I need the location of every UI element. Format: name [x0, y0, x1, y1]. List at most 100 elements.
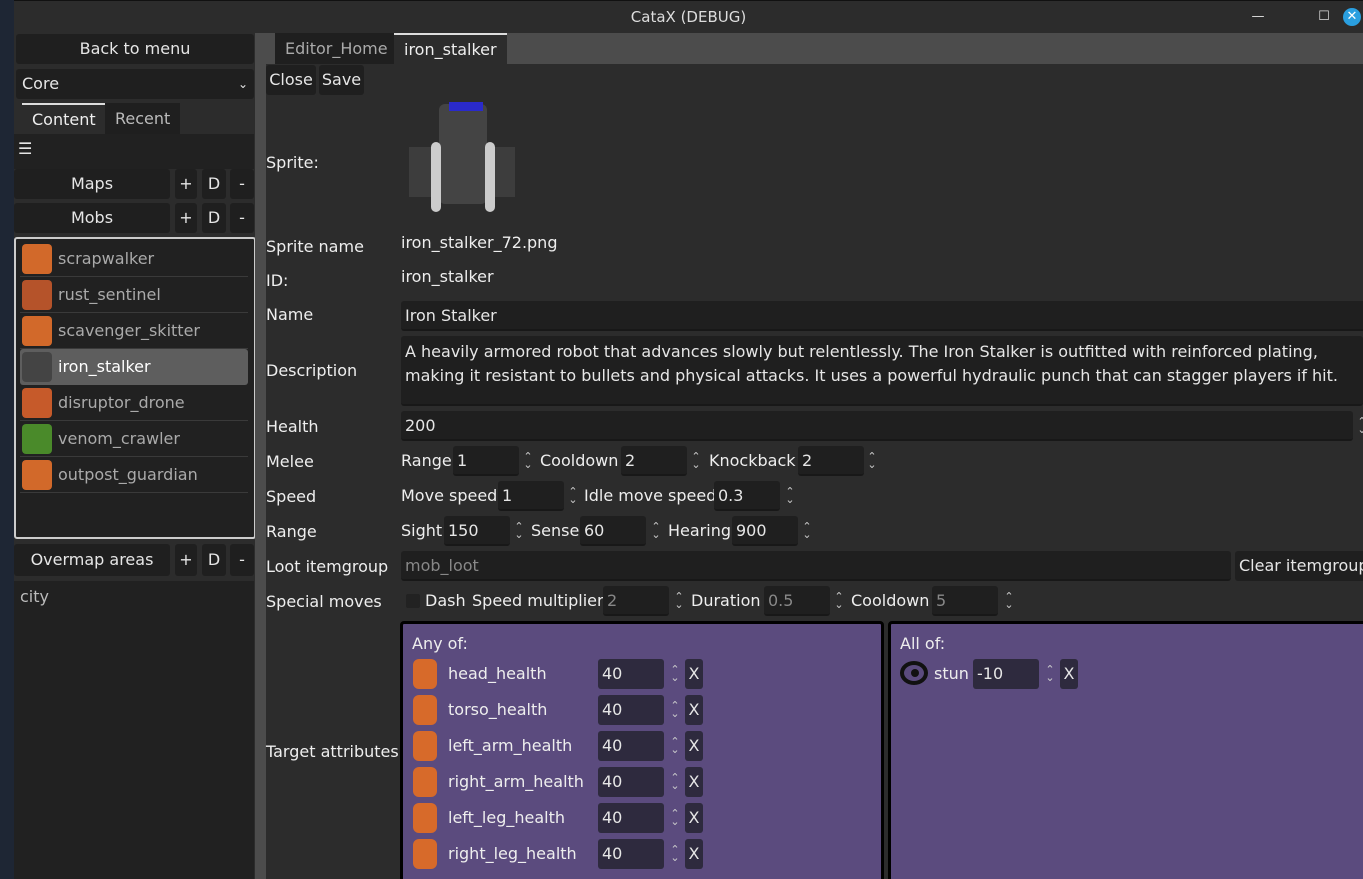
mob-name: venom_crawler [58, 429, 180, 448]
attribute-value-input[interactable]: 40 [598, 695, 664, 725]
add-map-button[interactable]: + [175, 169, 197, 199]
duration-input[interactable]: 0.5 [764, 586, 830, 616]
attribute-value-input[interactable]: 40 [598, 767, 664, 797]
remove-attribute-button[interactable]: X [1060, 659, 1078, 689]
remove-attribute-button[interactable]: X [685, 767, 703, 797]
section-maps[interactable]: Maps [14, 169, 170, 199]
idle-move-speed-spinner[interactable]: ⌃ ⌄ [783, 486, 797, 505]
special-cooldown-input[interactable]: 5 [932, 586, 998, 616]
delete-map-button[interactable]: - [230, 169, 254, 199]
menu-icon[interactable]: ☰ [18, 139, 32, 158]
tab-iron-stalker[interactable]: iron_stalker [394, 33, 507, 64]
dash-label: Dash [425, 591, 466, 610]
melee-cooldown-input[interactable]: 2 [621, 446, 687, 476]
tab-editor-home[interactable]: Editor_Home [275, 33, 398, 64]
attribute-value-spinner[interactable]: ⌃ ⌄ [668, 700, 682, 719]
mob-list-item[interactable]: rust_sentinel [20, 277, 248, 313]
close-button[interactable]: Close [266, 65, 316, 95]
melee-knockback-spinner[interactable]: ⌃ ⌄ [865, 451, 879, 470]
list-item[interactable]: city [20, 587, 49, 606]
any-of-panel: Any of: head_health 40 ⌃ ⌄ Xtorso_health 40 ⌃ ⌄… [400, 621, 884, 879]
attribute-value-input[interactable]: 40 [598, 731, 664, 761]
duration-label: Duration [691, 591, 761, 610]
delete-overmap-area-button[interactable]: - [230, 544, 254, 576]
health-label: Health [266, 417, 319, 436]
add-overmap-area-button[interactable]: + [175, 544, 197, 576]
attribute-value-spinner[interactable]: ⌃ ⌄ [668, 772, 682, 791]
attribute-value-spinner[interactable]: ⌃ ⌄ [668, 736, 682, 755]
health-spinner[interactable]: ⌃ ⌄ [1355, 416, 1363, 435]
move-speed-spinner[interactable]: ⌃ ⌄ [566, 486, 580, 505]
hearing-input[interactable]: 900 [732, 516, 798, 546]
attribute-value-input[interactable]: 40 [598, 659, 664, 689]
health-input[interactable]: 200 [401, 411, 1353, 441]
attribute-value-input[interactable]: 40 [598, 839, 664, 869]
attribute-value-spinner[interactable]: ⌃ ⌄ [668, 808, 682, 827]
mob-name: scrapwalker [58, 249, 155, 268]
duplicate-mob-button[interactable]: D [202, 203, 226, 233]
remove-attribute-button[interactable]: X [685, 659, 703, 689]
mob-list-item[interactable]: iron_stalker [20, 349, 248, 385]
loot-itemgroup-input[interactable]: mob_loot [401, 551, 1231, 581]
speed-multiplier-input[interactable]: 2 [603, 586, 669, 616]
attribute-name: right_arm_health [448, 772, 584, 791]
minimize-button[interactable]: — [1249, 8, 1267, 26]
melee-range-spinner[interactable]: ⌃ ⌄ [521, 451, 535, 470]
remove-attribute-button[interactable]: X [685, 803, 703, 833]
speed-multiplier-label: Speed multiplier [472, 591, 604, 610]
mob-list-item[interactable]: disruptor_drone [20, 385, 248, 421]
all-of-title: All of: [900, 634, 946, 653]
tab-content[interactable]: Content [22, 103, 106, 134]
mob-list-item[interactable]: venom_crawler [20, 421, 248, 457]
maximize-button[interactable]: ☐ [1315, 8, 1333, 26]
dash-checkbox[interactable] [406, 594, 420, 608]
section-overmap-areas[interactable]: Overmap areas [14, 544, 170, 576]
attribute-value-spinner[interactable]: ⌃ ⌄ [668, 844, 682, 863]
speed-label: Speed [266, 487, 317, 506]
mod-select[interactable]: Core ⌄ [16, 69, 254, 99]
remove-attribute-button[interactable]: X [685, 731, 703, 761]
mob-list-item[interactable]: scavenger_skitter [20, 313, 248, 349]
move-speed-label: Move speed [401, 486, 498, 505]
special-cooldown-spinner[interactable]: ⌃ ⌄ [1002, 591, 1016, 610]
duplicate-overmap-area-button[interactable]: D [202, 544, 226, 576]
mob-list-item[interactable]: scrapwalker [20, 241, 248, 277]
target-attribute-row: left_arm_health 40 ⌃ ⌄ X [403, 730, 881, 762]
sight-input[interactable]: 150 [444, 516, 510, 546]
hearing-spinner[interactable]: ⌃ ⌄ [800, 521, 814, 540]
melee-knockback-input[interactable]: 2 [798, 446, 864, 476]
add-mob-button[interactable]: + [175, 203, 197, 233]
attribute-value-spinner[interactable]: ⌃ ⌄ [1043, 664, 1057, 683]
delete-mob-button[interactable]: - [230, 203, 254, 233]
attribute-value-input[interactable]: -10 [973, 659, 1039, 689]
sense-spinner[interactable]: ⌃ ⌄ [649, 521, 663, 540]
duration-spinner[interactable]: ⌃ ⌄ [832, 591, 846, 610]
target-attribute-row: head_health 40 ⌃ ⌄ X [403, 658, 881, 690]
clear-itemgroup-button[interactable]: Clear itemgroup [1235, 551, 1363, 581]
melee-range-input[interactable]: 1 [453, 446, 519, 476]
mob-list-item[interactable]: outpost_guardian [20, 457, 248, 493]
remove-attribute-button[interactable]: X [685, 695, 703, 725]
name-input[interactable]: Iron Stalker [401, 301, 1363, 331]
overmap-area-list: city [14, 581, 254, 879]
melee-cooldown-spinner[interactable]: ⌃ ⌄ [689, 451, 703, 470]
idle-move-speed-input[interactable]: 0.3 [714, 481, 780, 511]
speed-multiplier-spinner[interactable]: ⌃ ⌄ [672, 591, 686, 610]
mob-list[interactable]: scrapwalker rust_sentinel scavenger_skitte… [14, 237, 256, 539]
sight-spinner[interactable]: ⌃ ⌄ [512, 521, 526, 540]
description-textarea[interactable]: A heavily armored robot that advances sl… [401, 336, 1363, 406]
attribute-value-input[interactable]: 40 [598, 803, 664, 833]
attribute-name: right_leg_health [448, 844, 577, 863]
move-speed-input[interactable]: 1 [498, 481, 564, 511]
back-to-menu-button[interactable]: Back to menu [16, 34, 254, 64]
save-button[interactable]: Save [319, 65, 364, 95]
splitter[interactable] [255, 33, 266, 879]
tab-recent[interactable]: Recent [105, 103, 181, 134]
remove-attribute-button[interactable]: X [685, 839, 703, 869]
close-window-button[interactable]: ✕ [1343, 8, 1361, 26]
attribute-value-spinner[interactable]: ⌃ ⌄ [668, 664, 682, 683]
sprite-name-value[interactable]: iron_stalker_72.png [401, 228, 557, 258]
sense-input[interactable]: 60 [580, 516, 646, 546]
section-mobs[interactable]: Mobs [14, 203, 170, 233]
duplicate-map-button[interactable]: D [202, 169, 226, 199]
